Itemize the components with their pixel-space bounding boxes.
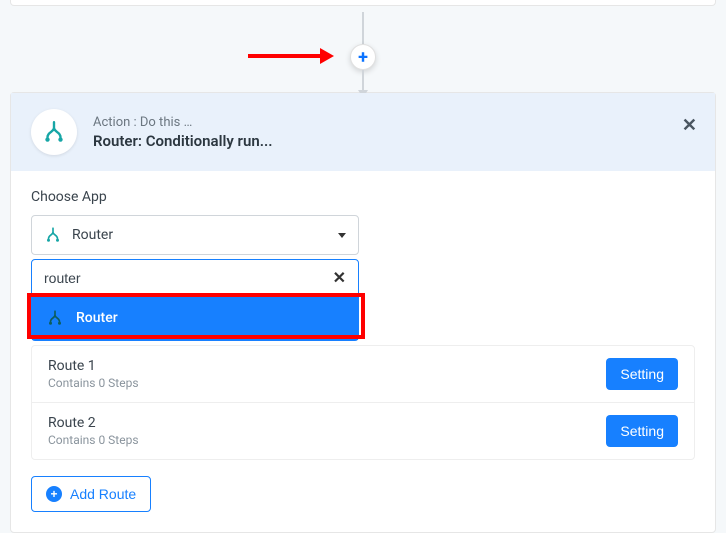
app-select-value: Router bbox=[72, 227, 328, 243]
router-icon bbox=[46, 309, 64, 327]
router-icon bbox=[41, 119, 67, 145]
card-header[interactable]: Action : Do this … Router: Conditionally… bbox=[11, 93, 715, 171]
chevron-down-icon bbox=[338, 233, 346, 238]
app-dropdown: ✕ Router bbox=[31, 259, 359, 341]
app-select[interactable]: Router bbox=[31, 215, 359, 255]
route-row: Route 1 Contains 0 Steps Setting bbox=[32, 346, 694, 402]
action-card: Action : Do this … Router: Conditionally… bbox=[10, 92, 716, 533]
clear-search-icon[interactable]: ✕ bbox=[333, 268, 346, 287]
action-title: Router: Conditionally run... bbox=[93, 132, 273, 150]
step-connector: + bbox=[0, 6, 726, 92]
route-setting-button[interactable]: Setting bbox=[606, 358, 678, 390]
action-label: Action : Do this … bbox=[93, 115, 273, 130]
router-icon bbox=[44, 226, 62, 244]
add-step-button[interactable]: + bbox=[350, 44, 376, 70]
app-option-router[interactable]: Router bbox=[32, 296, 358, 340]
app-icon-circle bbox=[31, 109, 77, 155]
connector-line bbox=[362, 70, 364, 90]
route-name: Route 2 bbox=[48, 415, 139, 431]
annotation-arrow bbox=[248, 48, 334, 64]
routes-list: Route 1 Contains 0 Steps Setting Route 2… bbox=[31, 345, 695, 460]
route-steps: Contains 0 Steps bbox=[48, 376, 139, 390]
route-steps: Contains 0 Steps bbox=[48, 433, 139, 447]
plus-icon: + bbox=[358, 47, 368, 68]
route-setting-button[interactable]: Setting bbox=[606, 415, 678, 447]
route-row: Route 2 Contains 0 Steps Setting bbox=[32, 402, 694, 459]
route-name: Route 1 bbox=[48, 358, 139, 374]
app-option-label: Router bbox=[76, 310, 118, 326]
choose-app-label: Choose App bbox=[31, 189, 695, 205]
connector-line bbox=[362, 12, 364, 44]
add-route-button[interactable]: + Add Route bbox=[31, 476, 151, 512]
app-search-input[interactable] bbox=[44, 270, 333, 286]
close-icon[interactable]: ✕ bbox=[682, 115, 697, 136]
